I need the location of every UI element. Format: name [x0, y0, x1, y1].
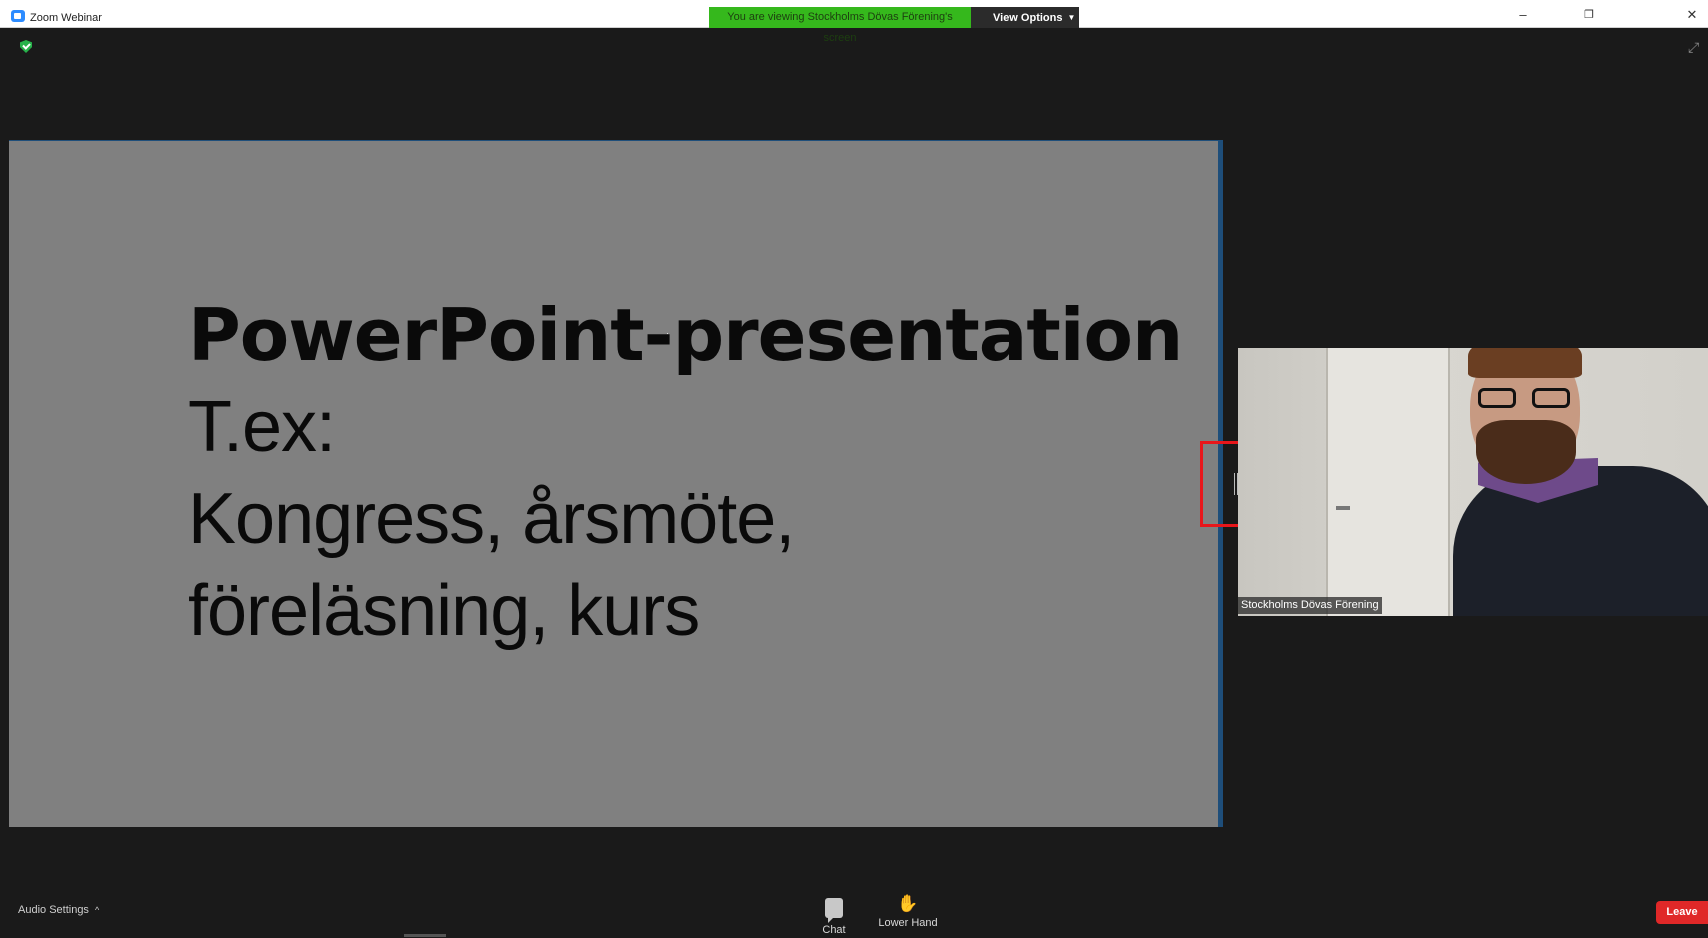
viewing-screen-label: You are viewing Stockholms Dövas Förenin…: [709, 7, 971, 44]
audio-settings-button[interactable]: Audio Settings ^: [18, 904, 99, 916]
video-door-handle: [1336, 506, 1350, 510]
audio-settings-label: Audio Settings: [18, 904, 89, 916]
shield-icon[interactable]: [20, 40, 32, 53]
close-button[interactable]: ✕: [1679, 6, 1705, 24]
zoom-app-icon: [11, 10, 25, 22]
leave-button[interactable]: Leave: [1656, 901, 1708, 924]
video-person-beard: [1476, 420, 1576, 484]
slide-line: Kongress, årsmöte,: [188, 479, 795, 559]
shared-screen: PowerPoint-presentation T.ex: Kongress, …: [9, 140, 1223, 827]
chevron-down-icon: ▼: [1067, 13, 1076, 22]
lower-hand-button[interactable]: ✋ Lower Hand: [876, 894, 940, 929]
participant-name-tag: Stockholms Dövas Förening: [1238, 597, 1382, 614]
view-options-button[interactable]: View Options ▼: [971, 7, 1079, 28]
chat-label: Chat: [822, 924, 846, 936]
chevron-up-icon: ^: [94, 905, 100, 915]
view-options-label: View Options: [993, 12, 1063, 24]
lower-hand-label: Lower Hand: [878, 917, 938, 929]
slide-line: T.ex:: [188, 387, 336, 467]
participant-video[interactable]: [1238, 348, 1708, 616]
slide-line: föreläsning, kurs: [188, 571, 700, 651]
screen-share-banner: You are viewing Stockholms Dövas Förenin…: [709, 7, 1079, 44]
video-person-hair: [1468, 348, 1582, 378]
video-person-glasses: [1476, 388, 1574, 410]
slide-title: PowerPoint-presentation: [188, 293, 1183, 377]
title-bar: Zoom Webinar You are viewing Stockholms …: [0, 0, 1708, 44]
hand-icon: ✋: [897, 894, 919, 913]
window-title: Zoom Webinar: [30, 12, 102, 24]
minimize-button[interactable]: –: [1510, 6, 1536, 24]
chat-icon: [825, 898, 843, 923]
meeting-toolbar: Audio Settings ^ Chat ✋ Lower Hand Leave: [0, 886, 1708, 938]
bottom-scroll-indicator: [404, 934, 446, 937]
expand-icon[interactable]: ⤢: [1688, 40, 1702, 54]
restore-button[interactable]: ❐: [1576, 6, 1602, 24]
slide-content: PowerPoint-presentation T.ex: Kongress, …: [188, 289, 1183, 657]
video-door: [1326, 348, 1450, 616]
chat-button[interactable]: Chat: [820, 894, 848, 936]
